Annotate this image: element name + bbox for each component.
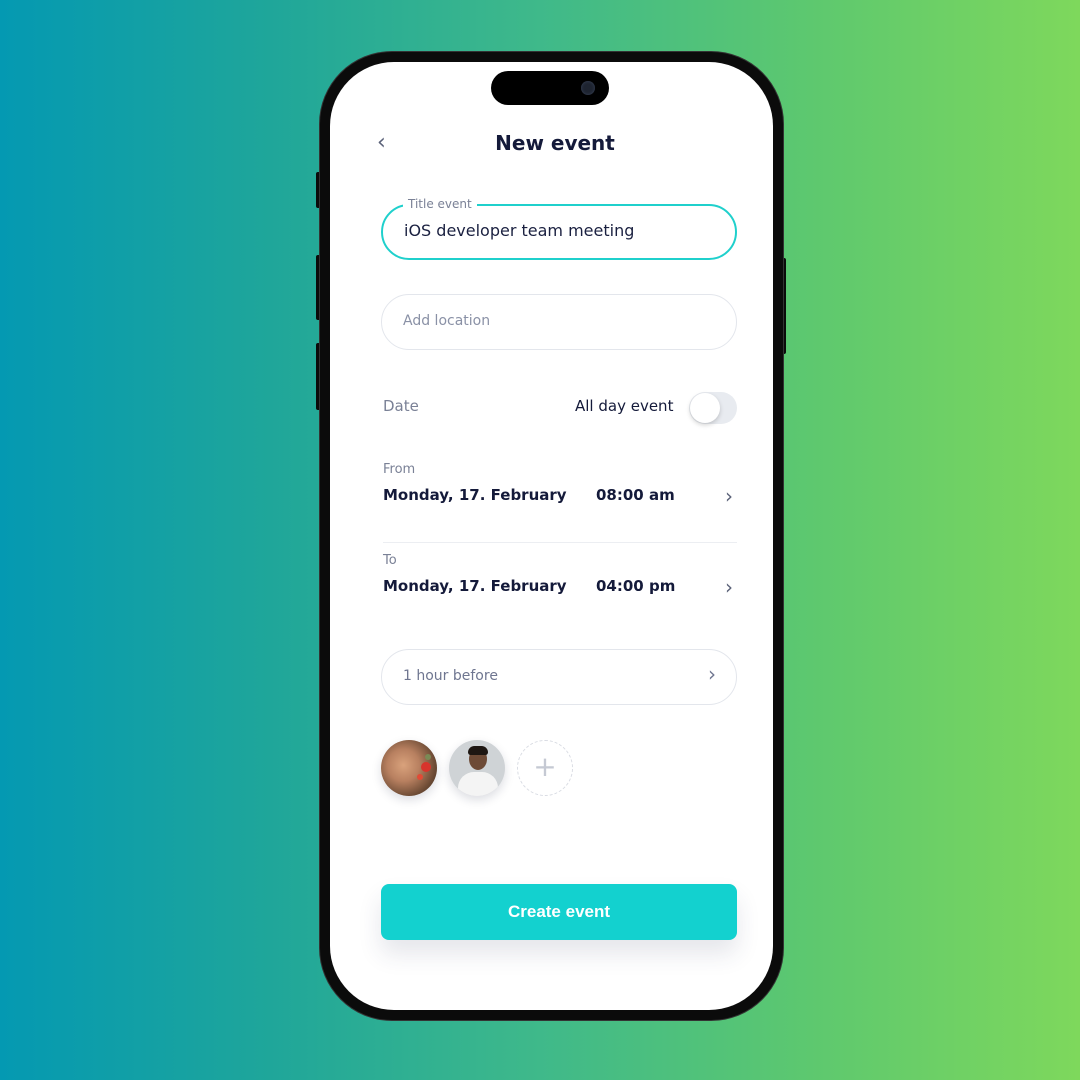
dynamic-island bbox=[491, 71, 609, 105]
chevron-left-icon: ‹ bbox=[377, 130, 386, 155]
location-input[interactable]: Add location bbox=[381, 294, 737, 350]
create-event-button[interactable]: Create event bbox=[381, 884, 737, 940]
chevron-right-icon: › bbox=[725, 484, 733, 508]
all-day-event-label: All day event bbox=[575, 397, 674, 415]
chevron-right-icon: › bbox=[708, 662, 716, 686]
title-event-label: Title event bbox=[403, 197, 477, 211]
camera-icon bbox=[581, 81, 595, 95]
plus-icon: + bbox=[533, 750, 557, 783]
back-button[interactable]: ‹ bbox=[377, 131, 397, 155]
reminder-select[interactable]: 1 hour before › bbox=[381, 649, 737, 705]
location-placeholder: Add location bbox=[403, 313, 491, 329]
page-title: New event bbox=[495, 131, 615, 155]
participant-avatar[interactable] bbox=[381, 740, 437, 796]
from-label: From bbox=[383, 462, 416, 477]
to-date: Monday, 17. February bbox=[383, 577, 567, 595]
divider bbox=[383, 542, 737, 543]
from-time: 08:00 am bbox=[596, 486, 675, 504]
add-participant-button[interactable]: + bbox=[517, 740, 573, 796]
toggle-knob bbox=[690, 393, 720, 423]
avatar-figure-body bbox=[458, 772, 498, 796]
title-event-input[interactable]: Title event iOS developer team meeting bbox=[381, 197, 737, 260]
chevron-right-icon: › bbox=[725, 575, 733, 599]
title-event-value: iOS developer team meeting bbox=[404, 221, 635, 240]
to-label: To bbox=[383, 553, 397, 568]
all-day-event-toggle[interactable] bbox=[689, 392, 737, 424]
to-time: 04:00 pm bbox=[596, 577, 676, 595]
from-date: Monday, 17. February bbox=[383, 486, 567, 504]
date-section-label: Date bbox=[383, 397, 419, 415]
reminder-value: 1 hour before bbox=[403, 668, 498, 684]
participant-avatar[interactable] bbox=[449, 740, 505, 796]
avatar-figure-hair bbox=[468, 746, 488, 755]
